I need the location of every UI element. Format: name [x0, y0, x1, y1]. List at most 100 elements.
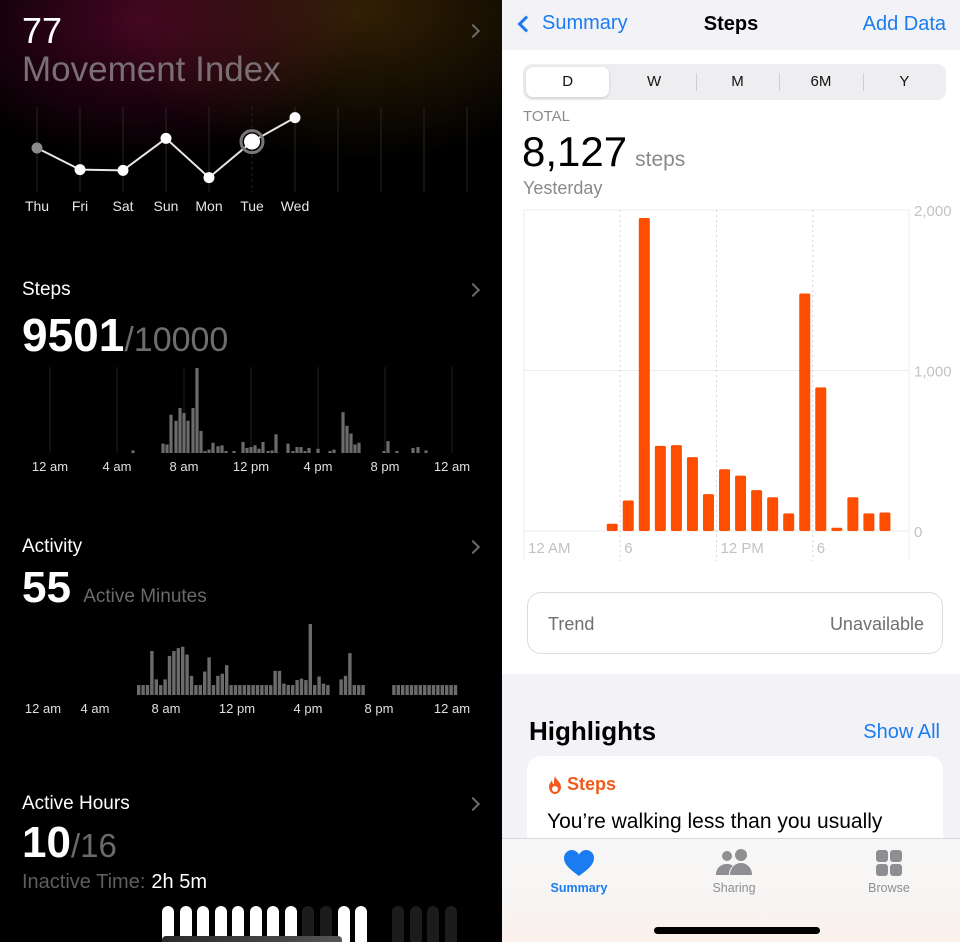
tab-sharing-label: Sharing	[712, 881, 756, 895]
movement-index-chart[interactable]: Thu Fri Sat Sun Mon Tue Wed	[0, 100, 502, 220]
active-hours-scrubber[interactable]	[162, 936, 342, 942]
segment-day[interactable]: D	[526, 67, 610, 97]
show-all-link[interactable]: Show All	[863, 721, 940, 744]
activity-mini-chart[interactable]: 12 am 4 am 8 am 12 pm 4 pm 8 pm 12 am	[0, 615, 502, 725]
steps-bar	[357, 442, 361, 453]
steps-bar	[353, 444, 357, 453]
activity-bar	[321, 683, 326, 695]
tab-summary-label: Summary	[550, 881, 608, 895]
activity-bar	[189, 675, 194, 695]
steps-bar	[316, 448, 320, 453]
day-label: Mon	[195, 198, 222, 214]
activity-bar	[427, 685, 431, 695]
steps-bar	[257, 448, 261, 453]
activity-bar	[299, 678, 304, 695]
day-label: Sat	[112, 198, 133, 214]
trend-row[interactable]: Trend Unavailable	[527, 592, 943, 654]
step-bar	[670, 445, 682, 531]
movement-index-chevron-icon[interactable]	[465, 23, 481, 39]
y-tick-label: 1,000	[914, 364, 952, 381]
segment-year[interactable]: Y	[862, 64, 946, 100]
steps-bar	[416, 447, 420, 453]
steps-bar	[174, 420, 178, 453]
steps-bar	[169, 414, 173, 453]
activity-bar	[198, 685, 202, 695]
steps-mini-chart[interactable]: 12 am 4 am 8 am 12 pm 4 pm 8 pm 12 am	[0, 360, 502, 480]
segment-month[interactable]: M	[695, 64, 779, 100]
inactive-time-label: Inactive Time:	[22, 871, 146, 893]
back-button[interactable]: Summary	[514, 12, 628, 35]
highlight-text: You’re walking less than you usually	[547, 810, 883, 833]
data-point	[289, 112, 301, 124]
navigation-bar: Summary Steps Add Data	[502, 0, 960, 50]
activity-bar	[282, 683, 286, 695]
steps-bar	[349, 433, 353, 453]
steps-bar	[199, 430, 203, 453]
steps-bar	[332, 449, 336, 453]
tab-browse[interactable]: Browse	[829, 849, 949, 895]
hourly-steps-chart[interactable]: 0 1,000 2,000 12 AM 6 12 PM 6	[502, 200, 960, 570]
step-bar	[638, 218, 650, 531]
activity-bar	[216, 675, 220, 695]
trend-value: Unavailable	[829, 614, 924, 634]
active-hours-title[interactable]: Active Hours	[22, 793, 130, 815]
activity-bar	[167, 655, 172, 695]
activity-bar	[405, 685, 409, 695]
data-point	[117, 164, 129, 176]
steps-bar	[382, 451, 386, 453]
steps-section-title[interactable]: Steps	[22, 279, 71, 301]
activity-bar	[150, 650, 154, 695]
activity-bar	[401, 685, 405, 695]
activity-bar	[295, 680, 299, 695]
activity-bar	[313, 685, 317, 695]
activity-bar	[260, 685, 264, 695]
total-unit: steps	[635, 148, 686, 171]
segment-6-months[interactable]: 6M	[779, 64, 862, 100]
steps-bar	[203, 451, 207, 453]
activity-value: 55 Active Minutes	[22, 563, 207, 613]
y-tick-label: 0	[914, 524, 922, 541]
back-label: Summary	[542, 12, 628, 34]
axis-label: 8 am	[152, 701, 181, 716]
activity-bar	[392, 685, 396, 695]
activity-minutes: 55	[22, 563, 71, 612]
add-data-button[interactable]: Add Data	[863, 13, 946, 36]
segment-week[interactable]: W	[612, 64, 695, 100]
step-bar	[799, 293, 811, 531]
activity-bar	[304, 680, 308, 695]
active-hours-chevron-icon[interactable]	[465, 796, 481, 812]
total-label: TOTAL	[523, 108, 570, 125]
activity-bar	[396, 685, 400, 695]
axis-label: 12 pm	[219, 701, 255, 716]
steps-goal: /10000	[124, 321, 229, 359]
movement-index-title[interactable]: Movement Index	[22, 50, 281, 90]
activity-bar	[194, 685, 198, 695]
activity-bar	[251, 685, 255, 695]
activity-chevron-icon[interactable]	[465, 539, 481, 555]
day-label: Tue	[240, 198, 264, 214]
activity-bar	[154, 679, 158, 695]
activity-section-title[interactable]: Activity	[22, 536, 82, 558]
heart-icon	[564, 850, 594, 876]
steps-chevron-icon[interactable]	[465, 282, 481, 298]
active-hours-count: 10	[22, 818, 71, 867]
activity-bar	[423, 685, 427, 695]
axis-label: 12 am	[434, 459, 470, 474]
active-hour-pill	[427, 906, 439, 942]
data-point	[203, 172, 215, 184]
activity-bar	[361, 685, 365, 695]
activity-bar	[308, 624, 312, 695]
tab-sharing[interactable]: Sharing	[674, 849, 794, 895]
steps-bar	[220, 445, 224, 453]
step-bar	[767, 497, 779, 531]
activity-bar	[418, 685, 422, 695]
activity-bar	[255, 685, 260, 695]
activity-bar	[264, 685, 268, 695]
tab-summary[interactable]: Summary	[519, 849, 639, 895]
axis-label: 12 am	[32, 459, 68, 474]
active-hour-pill	[445, 906, 457, 942]
activity-bar	[453, 685, 458, 695]
activity-bar	[247, 685, 251, 695]
steps-bar	[186, 420, 190, 453]
activity-bar	[145, 685, 150, 695]
